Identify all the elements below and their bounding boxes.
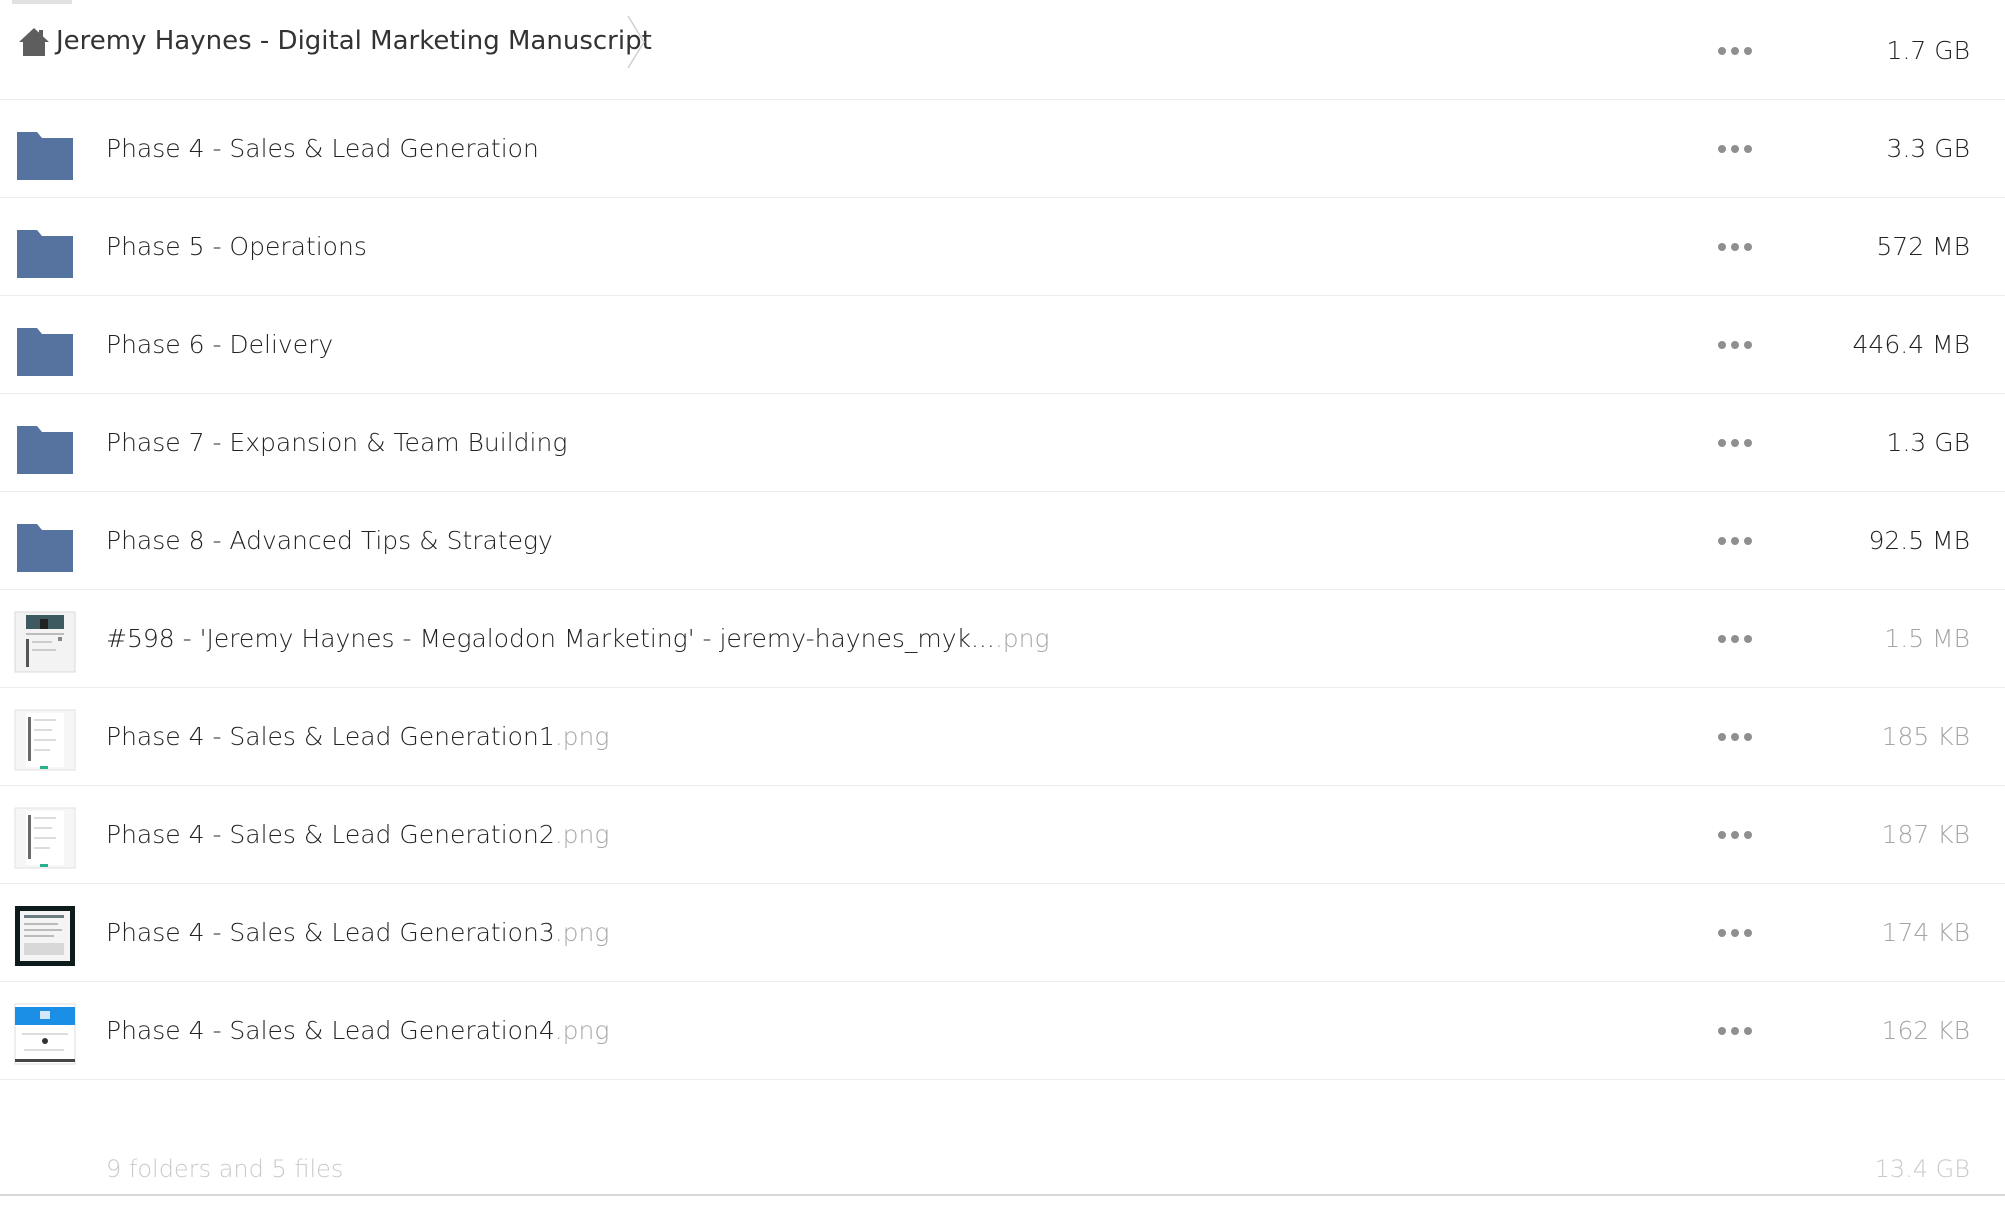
item-size: 1.7 GB [1886,36,1970,65]
folder-icon [15,320,75,380]
more-options-icon[interactable] [1718,430,1752,456]
more-options-icon[interactable] [1718,332,1752,358]
item-name[interactable]: Phase 4 - Sales & Lead Generation3.png [106,884,609,982]
divider [0,1194,2005,1196]
image-thumbnail [14,905,75,966]
breadcrumb: Jeremy Haynes - Digital Marketing Manusc… [0,0,680,82]
folder-icon [15,418,75,478]
file-row[interactable]: #598 - 'Jeremy Haynes - Megalodon Market… [0,590,2005,688]
item-size: 92.5 MB [1868,526,1970,555]
folder-row[interactable]: Phase 4 - Sales & Lead Generation 3.3 GB [0,100,2005,198]
folder-summary: 9 folders and 5 files 13.4 GB [0,1126,2005,1186]
item-extension: .png [554,918,610,947]
item-name-base: Phase 4 - Sales & Lead Generation3 [106,918,555,947]
item-name[interactable]: Phase 6 - Delivery [106,296,333,394]
image-thumbnail [14,1003,76,1065]
more-options-icon[interactable] [1718,822,1752,848]
more-options-icon[interactable] [1718,528,1752,554]
item-name[interactable]: Phase 4 - Sales & Lead Generation4.png [106,982,609,1080]
summary-total-size: 13.4 GB [1874,1155,1970,1183]
file-row[interactable]: Phase 4 - Sales & Lead Generation4.png 16… [0,982,2005,1080]
more-options-icon[interactable] [1718,234,1752,260]
item-name-base: Phase 7 - Expansion & Team Building [106,428,568,457]
item-size: 187 KB [1881,820,1970,849]
item-size: 446.4 MB [1852,330,1970,359]
item-name-base: Phase 4 - Sales & Lead Generation2 [106,820,555,849]
file-row[interactable]: Phase 4 - Sales & Lead Generation1.png 18… [0,688,2005,786]
summary-text: 9 folders and 5 files [106,1155,344,1183]
chevron-right-icon [625,14,647,70]
image-thumbnail [14,709,76,771]
item-name-base: #598 - 'Jeremy Haynes - Megalodon Market… [106,624,995,653]
folder-row[interactable]: Phase 8 - Advanced Tips & Strategy 92.5 M… [0,492,2005,590]
item-name-base: Phase 4 - Sales & Lead Generation1 [106,722,555,751]
folder-icon [15,516,75,576]
folder-icon [15,222,75,282]
file-row[interactable]: Phase 4 - Sales & Lead Generation2.png 18… [0,786,2005,884]
more-options-icon[interactable] [1718,1018,1752,1044]
image-thumbnail [14,807,76,869]
more-options-icon[interactable] [1718,724,1752,750]
item-size: 162 KB [1881,1016,1970,1045]
item-extension: .png [554,820,610,849]
divider [12,0,72,4]
item-name[interactable]: Phase 4 - Sales & Lead Generation1.png [106,688,609,786]
item-name-base: Phase 6 - Delivery [106,330,334,359]
item-name[interactable]: #598 - 'Jeremy Haynes - Megalodon Market… [106,590,1050,688]
item-name-base: Phase 4 - Sales & Lead Generation [106,134,539,163]
item-name[interactable]: Phase 5 - Operations [106,198,367,296]
item-size: 3.3 GB [1886,134,1970,163]
breadcrumb-current[interactable]: Jeremy Haynes - Digital Marketing Manusc… [56,0,652,82]
item-name-base: Phase 5 - Operations [106,232,367,261]
more-options-icon[interactable] [1718,626,1752,652]
more-options-icon[interactable] [1718,136,1752,162]
item-size: 572 MB [1876,232,1970,261]
item-size: 1.5 MB [1884,624,1970,653]
folder-row[interactable]: Phase 5 - Operations 572 MB [0,198,2005,296]
item-size: 174 KB [1881,918,1970,947]
item-name[interactable]: Phase 4 - Sales & Lead Generation [106,100,539,198]
item-extension: .png [554,1016,610,1045]
folder-row[interactable]: Phase 7 - Expansion & Team Building 1.3 G… [0,394,2005,492]
item-extension: .png [994,624,1050,653]
item-name-base: Phase 4 - Sales & Lead Generation4 [106,1016,555,1045]
item-size: 1.3 GB [1886,428,1970,457]
folder-row[interactable]: Phase 6 - Delivery 446.4 MB [0,296,2005,394]
item-name-base: Phase 8 - Advanced Tips & Strategy [106,526,553,555]
item-name[interactable]: Phase 8 - Advanced Tips & Strategy [106,492,553,590]
file-row[interactable]: Phase 4 - Sales & Lead Generation3.png 17… [0,884,2005,982]
more-options-icon[interactable] [1718,920,1752,946]
item-extension: .png [554,722,610,751]
more-options-icon[interactable] [1718,38,1752,64]
item-name[interactable]: Phase 7 - Expansion & Team Building [106,394,567,492]
item-size: 185 KB [1881,722,1970,751]
home-icon[interactable] [18,27,50,57]
folder-icon [15,124,75,184]
image-thumbnail [14,611,76,673]
item-name[interactable]: Phase 4 - Sales & Lead Generation2.png [106,786,609,884]
